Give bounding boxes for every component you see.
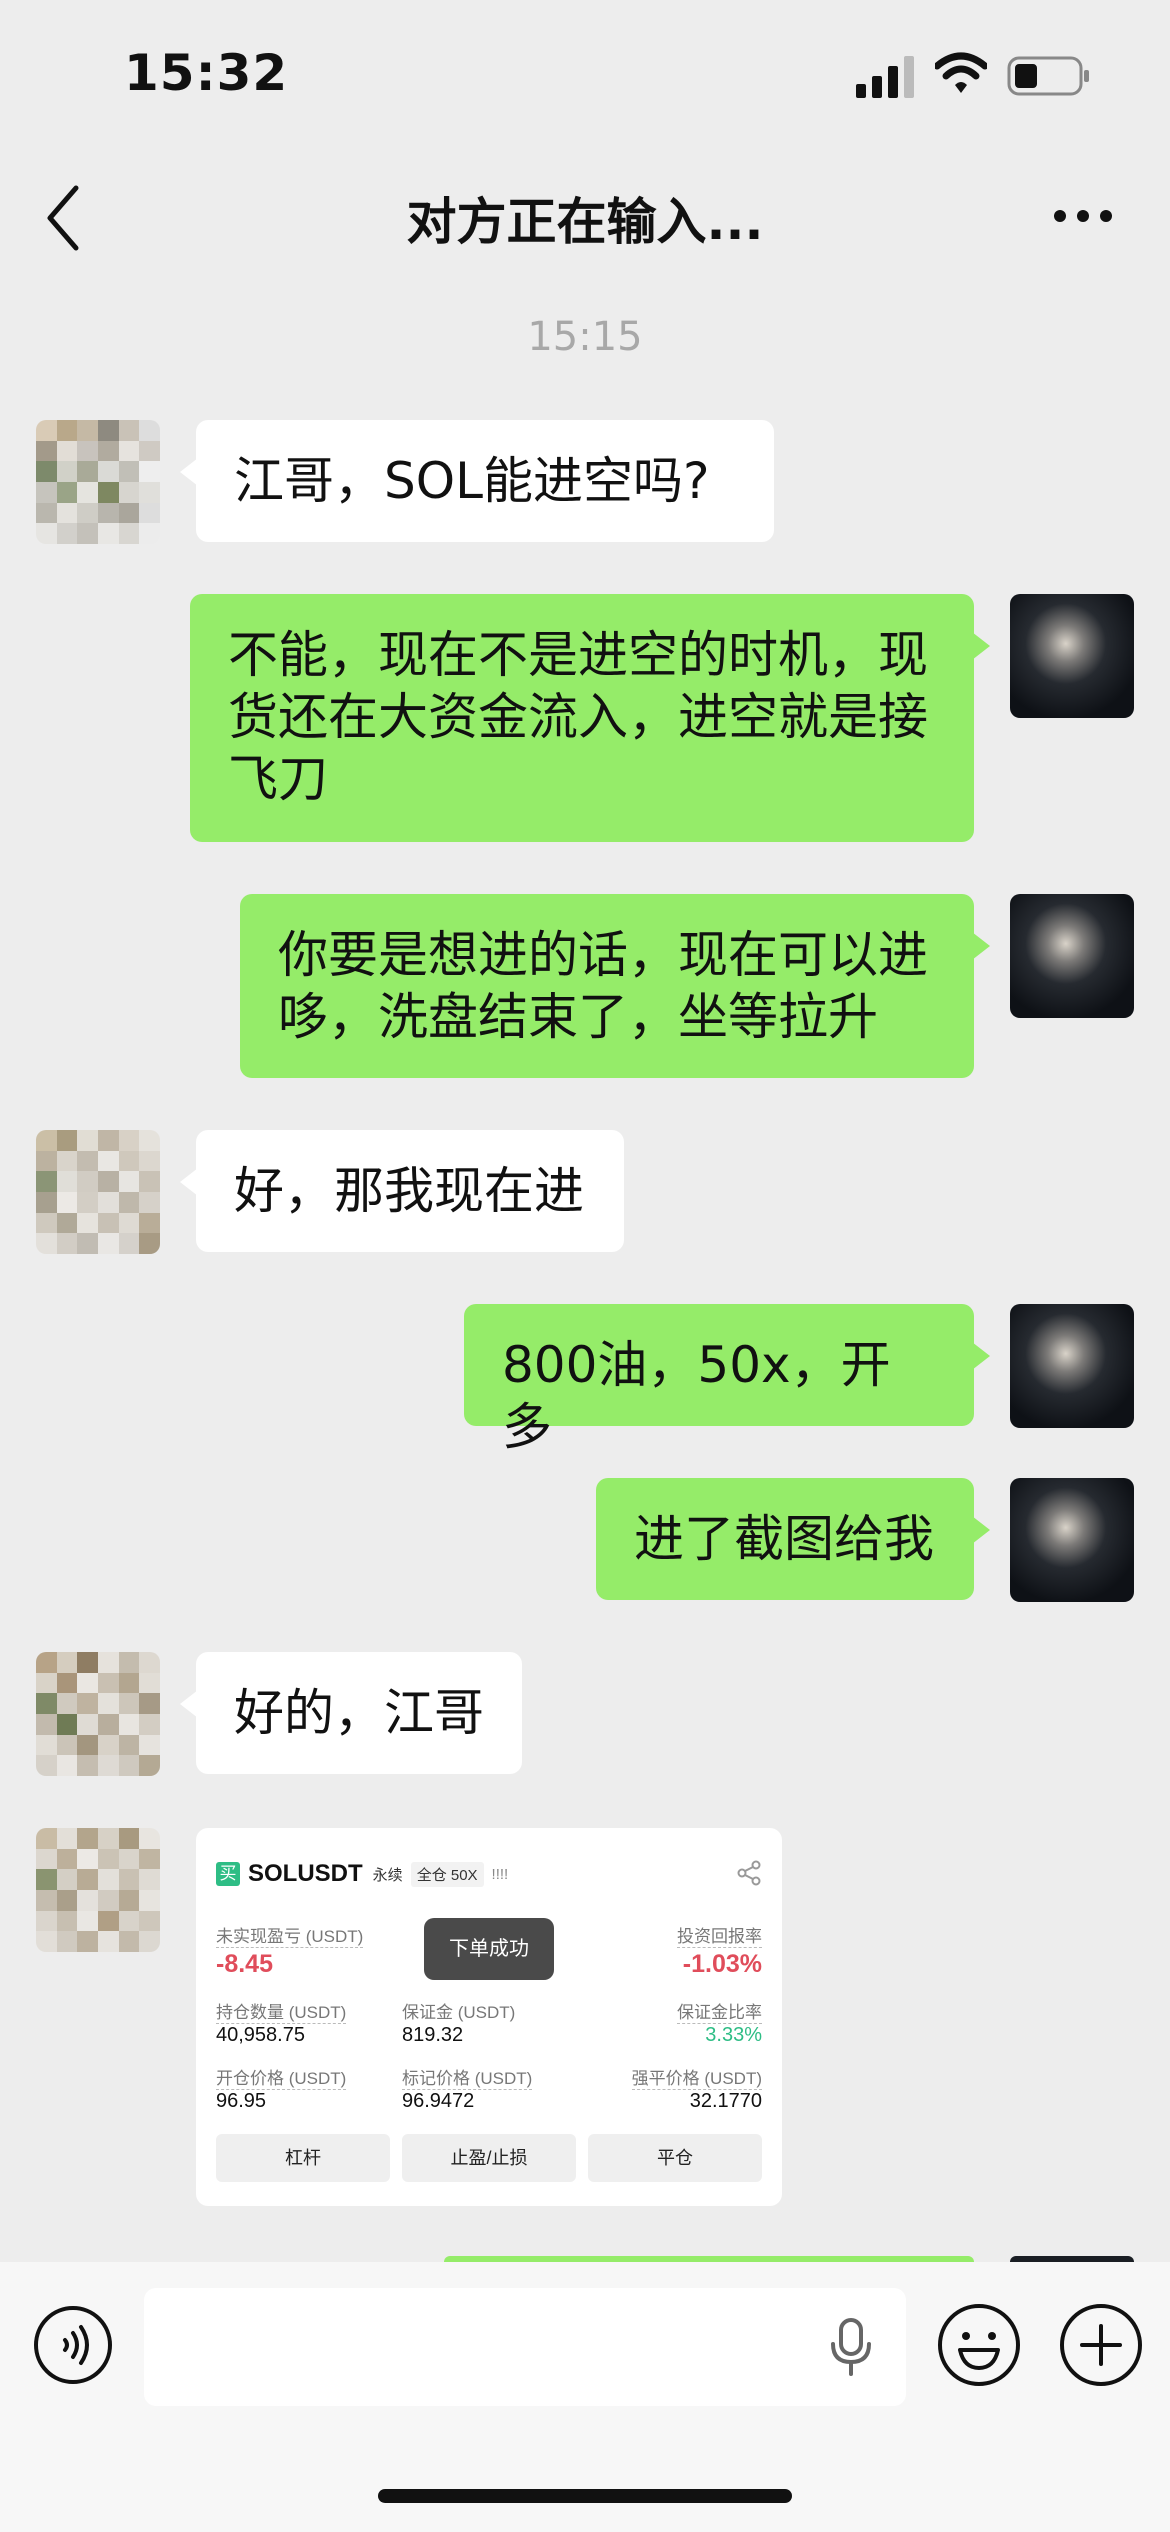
my-avatar[interactable] <box>1010 1478 1134 1602</box>
unrealized-pnl-label: 未实现盈亏 (USDT) <box>216 1922 364 1948</box>
message-text: 800油，50x，开多 <box>502 1336 891 1456</box>
take-profit-stop-loss-button: 止盈/止损 <box>402 2134 576 2182</box>
message-text: 好，那我现在进 <box>234 1162 584 1220</box>
pixelated-avatar-image <box>36 1828 160 1952</box>
trade-screenshot-image[interactable]: 买 SOLUSDT 永续 全仓 50X !!!! 未实现盈亏 (USDT) -8… <box>196 1828 782 2206</box>
message-text-line: 货还在大资金流入，进空就是接 <box>228 688 928 746</box>
message-timestamp: 15:15 <box>527 314 643 360</box>
leverage-button: 杠杆 <box>216 2134 390 2182</box>
message-text: 江哥，SOL能进空吗? <box>234 452 710 510</box>
strength-bars: !!!! <box>491 1865 509 1883</box>
roi-value: -1.03% <box>682 1950 762 1978</box>
entry-price-value: 96.95 <box>216 2090 267 2112</box>
chat-title: 对方正在输入... <box>406 193 764 251</box>
contact-avatar[interactable] <box>36 420 160 544</box>
message-bubble-outgoing[interactable]: 你要是想进的话，现在可以进 哆，洗盘结束了，坐等拉升 <box>240 894 990 1078</box>
more-options-icon[interactable] <box>1052 196 1114 236</box>
voice-mode-icon[interactable] <box>32 2304 114 2386</box>
battery-icon <box>1007 56 1089 96</box>
my-avatar[interactable] <box>1010 594 1134 718</box>
order-success-toast: 下单成功 <box>424 1918 554 1980</box>
pixelated-avatar-image <box>36 420 160 544</box>
microphone-icon[interactable] <box>826 2316 876 2378</box>
emoji-icon[interactable] <box>936 2302 1022 2388</box>
my-avatar[interactable] <box>1010 894 1134 1018</box>
message-text: 好的，江哥 <box>234 1684 484 1742</box>
pixelated-avatar-image <box>36 1130 160 1254</box>
cellular-signal-icon <box>856 56 914 98</box>
buy-badge: 买 <box>216 1862 240 1886</box>
contact-avatar[interactable] <box>36 1828 160 1952</box>
entry-price-label: 开仓价格 (USDT) <box>216 2064 347 2090</box>
message-input[interactable] <box>144 2288 906 2406</box>
margin-ratio-value: 3.33% <box>705 2024 762 2046</box>
contact-avatar[interactable] <box>36 1652 160 1776</box>
chat-nav-bar: 对方正在输入... <box>0 160 1170 270</box>
mark-price-label: 标记价格 (USDT) <box>402 2064 533 2090</box>
position-size-value: 40,958.75 <box>216 2024 305 2046</box>
my-avatar[interactable] <box>1010 1304 1134 1428</box>
margin-mode-tag: 全仓 50X <box>410 1861 484 1887</box>
roi-label: 投资回报率 <box>677 1922 762 1948</box>
close-position-button: 平仓 <box>588 2134 762 2182</box>
trade-header: 买 SOLUSDT 永续 全仓 50X !!!! <box>216 1860 508 1888</box>
message-bubble-incoming[interactable]: 江哥，SOL能进空吗? <box>180 420 774 542</box>
plus-icon[interactable] <box>1058 2302 1144 2388</box>
liquidation-price-value: 32.1770 <box>689 2090 762 2112</box>
trade-symbol: SOLUSDT <box>248 1860 363 1887</box>
message-text-line: 飞刀 <box>228 750 328 808</box>
status-bar: 15:32 <box>0 0 1170 150</box>
message-bubble-outgoing[interactable]: 进了截图给我 <box>596 1478 990 1600</box>
share-icon <box>737 1860 761 1886</box>
status-time: 15:32 <box>124 44 289 102</box>
position-size-label: 持仓数量 (USDT) <box>216 1998 347 2024</box>
unrealized-pnl-value: -8.45 <box>216 1950 273 1978</box>
wifi-icon <box>935 52 987 93</box>
message-bubble-outgoing[interactable]: 不能，现在不是进空的时机，现 货还在大资金流入，进空就是接 飞刀 <box>190 594 990 842</box>
message-text: 进了截图给我 <box>634 1510 934 1568</box>
message-text-line: 你要是想进的话，现在可以进 <box>278 926 928 984</box>
home-indicator[interactable] <box>378 2489 792 2503</box>
contact-avatar[interactable] <box>36 1130 160 1254</box>
message-text-line: 哆，洗盘结束了，坐等拉升 <box>278 988 878 1046</box>
message-bubble-incoming[interactable]: 好的，江哥 <box>180 1652 522 1774</box>
perpetual-tag: 永续 <box>372 1866 403 1884</box>
margin-label: 保证金 (USDT) <box>402 2003 516 2022</box>
message-bubble-outgoing[interactable]: 800油，50x，开多 <box>464 1304 990 1456</box>
mark-price-value: 96.9472 <box>402 2090 475 2112</box>
message-bubble-incoming[interactable]: 好，那我现在进 <box>180 1130 624 1252</box>
margin-ratio-label: 保证金比率 <box>677 1998 762 2024</box>
liquidation-price-label: 强平价格 (USDT) <box>631 2064 762 2090</box>
margin-value: 819.32 <box>402 2024 464 2046</box>
message-text-line: 不能，现在不是进空的时机，现 <box>228 626 928 684</box>
pixelated-avatar-image <box>36 1652 160 1776</box>
